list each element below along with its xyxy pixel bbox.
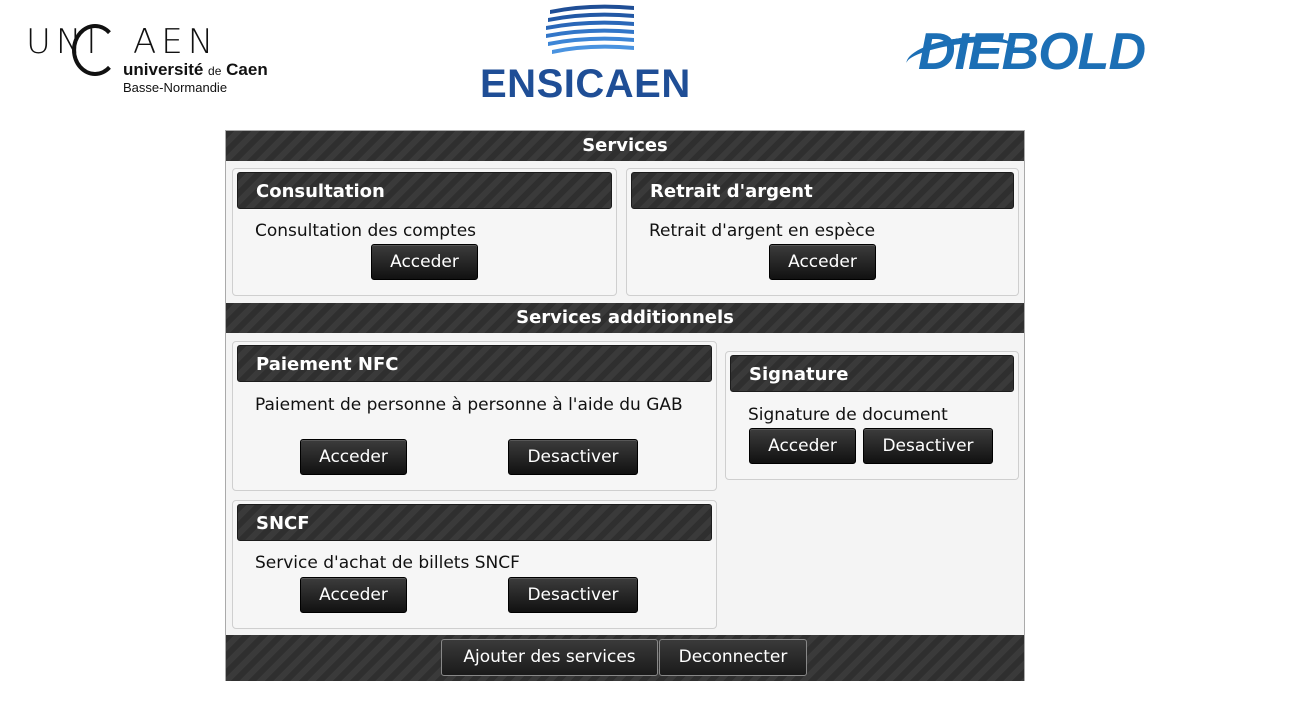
card-consultation-desc: Consultation des comptes [255, 221, 477, 241]
card-retrait: Retrait d'argent Retrait d'argent en esp… [626, 168, 1019, 296]
card-consultation-title: Consultation [237, 172, 612, 209]
nfc-access-button[interactable]: Acceder [300, 439, 407, 475]
ensicaen-waves-icon [546, 4, 634, 54]
card-signature: Signature Signature de document Acceder … [725, 351, 1019, 480]
sncf-deactivate-button[interactable]: Desactiver [508, 577, 638, 613]
signature-deactivate-button[interactable]: Desactiver [863, 428, 993, 464]
card-signature-desc: Signature de document [748, 405, 948, 425]
additional-services-header: Services additionnels [226, 303, 1024, 333]
signature-access-button[interactable]: Acceder [749, 428, 856, 464]
consultation-access-button[interactable]: Acceder [371, 244, 478, 280]
retrait-access-button[interactable]: Acceder [769, 244, 876, 280]
diebold-logo: DIEBOLD [904, 23, 1196, 84]
card-consultation: Consultation Consultation des comptes Ac… [232, 168, 617, 296]
add-services-button[interactable]: Ajouter des services [441, 639, 658, 676]
disconnect-button[interactable]: Deconnecter [659, 639, 807, 676]
services-header: Services [226, 131, 1024, 161]
card-nfc-desc: Paiement de personne à personne à l'aide… [255, 395, 683, 415]
unicaen-logo: UNI AEN université de Caen Basse-Normand… [26, 22, 296, 102]
nfc-deactivate-button[interactable]: Desactiver [508, 439, 638, 475]
unicaen-logo-word: UNI AEN [26, 22, 219, 62]
card-retrait-title: Retrait d'argent [631, 172, 1014, 209]
card-sncf: SNCF Service d'achat de billets SNCF Acc… [232, 500, 717, 629]
sncf-access-button[interactable]: Acceder [300, 577, 407, 613]
card-signature-title: Signature [730, 355, 1014, 392]
ensicaen-logo: ENSICAEN [480, 4, 696, 106]
ensicaen-logo-word: ENSICAEN [480, 62, 691, 106]
services-panel: Services Consultation Consultation des c… [225, 130, 1025, 681]
unicaen-logo-region: Basse-Normandie [123, 80, 228, 95]
unicaen-logo-arc [72, 24, 118, 76]
diebold-logo-word: DIEBOLD [918, 23, 1146, 81]
card-sncf-desc: Service d'achat de billets SNCF [255, 553, 520, 573]
card-nfc-title: Paiement NFC [237, 345, 712, 382]
card-nfc: Paiement NFC Paiement de personne à pers… [232, 341, 717, 491]
unicaen-logo-university: université de Caen [123, 60, 268, 79]
card-sncf-title: SNCF [237, 504, 712, 541]
card-retrait-desc: Retrait d'argent en espèce [649, 221, 876, 241]
